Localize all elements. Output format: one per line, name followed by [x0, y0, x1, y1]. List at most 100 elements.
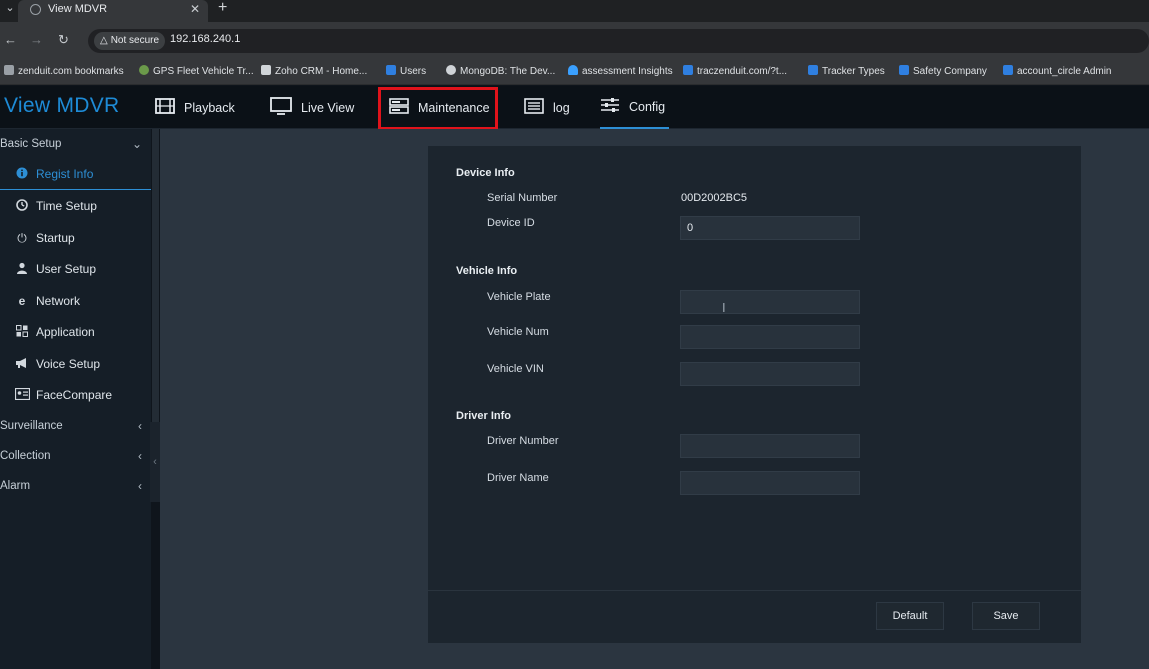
- chevron-left-icon: ‹: [138, 479, 142, 493]
- nav-label: Live View: [301, 100, 355, 115]
- vehicle-plate-label: Vehicle Plate: [487, 291, 551, 303]
- monitor-icon: [270, 97, 292, 118]
- sidebar-item-label: Time Setup: [36, 199, 97, 213]
- reload-icon[interactable]: ↻: [58, 32, 69, 48]
- info-icon: [14, 159, 30, 190]
- section-title-driver-info: Driver Info: [456, 410, 512, 422]
- app-logo: View MDVR: [4, 94, 120, 117]
- chevron-left-icon: ‹: [138, 449, 142, 463]
- sidebar-group-label: Collection: [0, 450, 51, 462]
- vehicle-num-label: Vehicle Num: [487, 326, 549, 338]
- folder-icon: [4, 65, 14, 75]
- sidebar-item-label: Regist Info: [36, 167, 94, 181]
- browser-tab[interactable]: View MDVR ✕: [18, 0, 208, 22]
- sidebar-group-basic-setup[interactable]: Basic Setup ⌄: [0, 129, 151, 159]
- forward-icon[interactable]: →: [30, 32, 43, 48]
- security-chip[interactable]: △ Not secure: [94, 32, 166, 50]
- clock-icon: [14, 191, 30, 222]
- section-title-vehicle-info: Vehicle Info: [456, 265, 518, 277]
- vehicle-vin-input[interactable]: [680, 362, 860, 386]
- zenduit-icon: [683, 65, 693, 75]
- save-button[interactable]: Save: [972, 602, 1040, 630]
- sidebar-group-surveillance[interactable]: Surveillance ‹: [0, 411, 151, 441]
- zoho-icon: [261, 65, 271, 75]
- sidebar: Basic Setup ⌄ Regist Info Time Setup ⏻ S…: [0, 129, 151, 669]
- nav-label: Playback: [184, 100, 235, 115]
- vehicle-num-input[interactable]: [680, 325, 860, 349]
- close-icon[interactable]: ✕: [190, 2, 200, 16]
- film-icon: [155, 98, 175, 117]
- sidebar-item-network[interactable]: e Network: [0, 286, 151, 317]
- chevron-down-icon: ⌄: [131, 137, 142, 151]
- nav-log[interactable]: log: [524, 86, 570, 129]
- device-id-label: Device ID: [487, 217, 535, 229]
- sidebar-item-facecompare[interactable]: FaceCompare: [0, 380, 151, 411]
- bookmark-item[interactable]: Users: [386, 65, 426, 77]
- sidebar-item-label: Startup: [36, 231, 75, 245]
- nav-label: log: [553, 100, 570, 115]
- sidebar-group-label: Surveillance: [0, 420, 63, 432]
- sidebar-item-label: User Setup: [36, 262, 97, 276]
- vehicle-plate-input[interactable]: [680, 290, 860, 314]
- tab-search-icon[interactable]: ⌄: [0, 0, 20, 18]
- section-title-device-info: Device Info: [456, 167, 515, 179]
- bookmark-item[interactable]: Safety Company: [899, 65, 987, 77]
- default-button[interactable]: Default: [876, 602, 944, 630]
- back-icon[interactable]: ←: [4, 32, 17, 48]
- bookmark-item[interactable]: traczenduit.com/?t...: [683, 65, 787, 77]
- globe-icon: [139, 65, 149, 75]
- sidebar-item-label: Application: [36, 325, 95, 339]
- driver-name-input[interactable]: [680, 471, 860, 495]
- bookmark-item[interactable]: MongoDB: The Dev...: [446, 65, 555, 77]
- device-id-input[interactable]: [680, 216, 860, 240]
- driver-name-label: Driver Name: [487, 472, 549, 484]
- chevron-left-icon: ‹: [138, 419, 142, 433]
- sidebar-item-startup[interactable]: ⏻ Startup: [0, 223, 151, 254]
- bookmark-item[interactable]: Zoho CRM - Home...: [261, 65, 367, 77]
- bookmarks-bar: zenduit.com bookmarks GPS Fleet Vehicle …: [0, 60, 1149, 85]
- sidebar-item-regist-info[interactable]: Regist Info: [0, 159, 151, 190]
- sidebar-item-label: Network: [36, 294, 81, 308]
- nav-config[interactable]: Config: [600, 86, 670, 129]
- sidebar-item-time-setup[interactable]: Time Setup: [0, 191, 151, 222]
- nav-playback[interactable]: Playback: [155, 86, 235, 129]
- bookmark-item[interactable]: GPS Fleet Vehicle Tr...: [139, 65, 254, 77]
- maintenance-highlight-box: [378, 87, 498, 130]
- app-header: View MDVR Playback Live View Maintenance…: [0, 86, 1149, 129]
- sidebar-item-application[interactable]: Application: [0, 317, 151, 348]
- sidebar-item-label: FaceCompare: [36, 388, 113, 402]
- sidebar-item-label: Voice Setup: [36, 357, 101, 371]
- zenduit-icon: [808, 65, 818, 75]
- new-tab-icon[interactable]: +: [218, 0, 227, 16]
- sidebar-item-voice-setup[interactable]: Voice Setup: [0, 349, 151, 380]
- address-bar[interactable]: △ Not secure 192.168.240.1: [88, 29, 1149, 53]
- url-text[interactable]: 192.168.240.1: [170, 33, 240, 45]
- browser-tab-strip: ⌄ View MDVR ✕ +: [0, 0, 1149, 22]
- sidebar-collapse-handle[interactable]: ‹: [150, 422, 160, 502]
- globe-icon: [30, 4, 41, 15]
- vehicle-vin-label: Vehicle VIN: [487, 363, 544, 375]
- nav-live-view[interactable]: Live View: [270, 86, 354, 129]
- bookmark-item[interactable]: zenduit.com bookmarks: [4, 65, 124, 77]
- warning-icon: △: [100, 35, 108, 46]
- bookmark-item[interactable]: assessment Insights: [568, 65, 673, 77]
- sidebar-group-label: Basic Setup: [0, 138, 62, 150]
- driver-number-input[interactable]: [680, 434, 860, 458]
- sidebar-item-user-setup[interactable]: User Setup: [0, 254, 151, 285]
- cloud-icon: [568, 65, 578, 75]
- sidebar-group-alarm[interactable]: Alarm ‹: [0, 471, 151, 501]
- sidebar-scrollbar[interactable]: [151, 129, 160, 669]
- sliders-icon: [600, 97, 620, 116]
- nav-label: Config: [629, 99, 666, 114]
- network-icon: e: [18, 294, 26, 308]
- list-icon: [524, 98, 544, 117]
- mongodb-icon: [446, 65, 456, 75]
- sidebar-group-collection[interactable]: Collection ‹: [0, 441, 151, 471]
- driver-number-label: Driver Number: [487, 435, 559, 447]
- scrollbar-thumb[interactable]: [152, 129, 159, 429]
- bookmark-item[interactable]: account_circle Admin: [1003, 65, 1112, 77]
- browser-toolbar: ← → ↻ △ Not secure 192.168.240.1: [0, 22, 1149, 60]
- bookmark-item[interactable]: Tracker Types: [808, 65, 885, 77]
- zenduit-icon: [386, 65, 396, 75]
- tab-title: View MDVR: [48, 3, 108, 15]
